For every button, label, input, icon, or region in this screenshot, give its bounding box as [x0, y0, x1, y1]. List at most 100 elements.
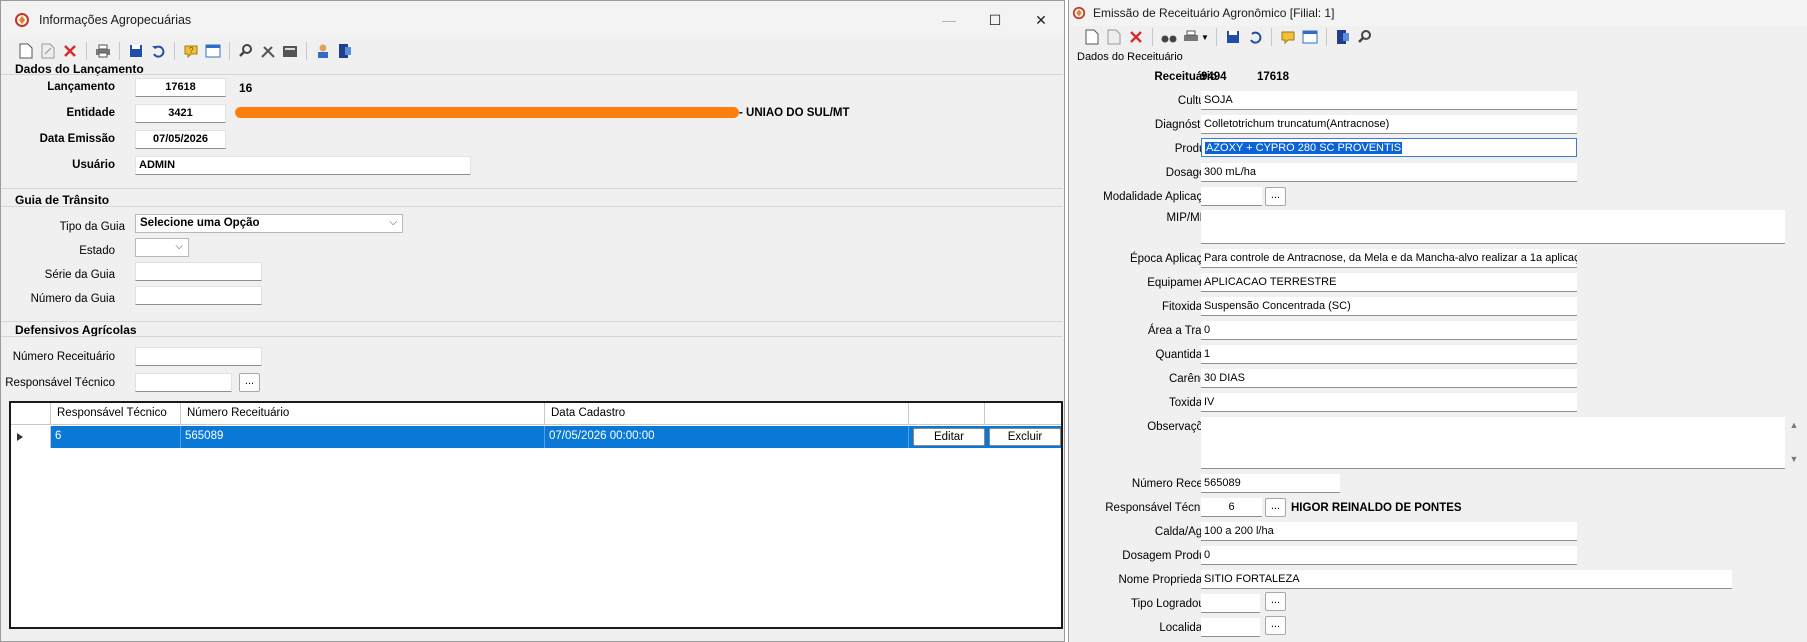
browse-modalidade-button[interactable]: ...	[1265, 187, 1286, 206]
scroll-down-icon[interactable]: ▼	[1787, 454, 1801, 464]
new-document-icon[interactable]	[17, 42, 35, 60]
localidade-field[interactable]	[1201, 618, 1260, 637]
chevron-down-icon[interactable]: ▼	[1201, 33, 1209, 42]
chevron-down-icon: ⌵	[175, 241, 183, 252]
toxidade-field[interactable]: IV	[1201, 393, 1577, 412]
search-icon[interactable]	[1356, 28, 1374, 46]
grid-header-indicator	[11, 403, 51, 425]
dosagem-produto-field[interactable]: 0	[1201, 546, 1577, 565]
minimize-button[interactable]: —	[926, 1, 972, 39]
diagnostico-field[interactable]: Colletotrichum truncatum(Antracnose)	[1201, 115, 1577, 134]
grid-header-data[interactable]: Data Cadastro	[545, 403, 909, 425]
maximize-button[interactable]: ☐	[972, 1, 1018, 39]
delete-icon[interactable]	[1127, 28, 1145, 46]
user-icon[interactable]	[314, 42, 332, 60]
browse-localidade-button[interactable]: ...	[1265, 616, 1286, 635]
table-row[interactable]: 6 565089 07/05/2026 00:00:00 Editar Excl…	[11, 426, 1061, 448]
receituario-label: Receituário	[1154, 71, 1217, 83]
modalidade-field[interactable]	[1201, 187, 1262, 206]
save-icon[interactable]	[127, 42, 145, 60]
search-icon[interactable]	[237, 42, 255, 60]
help-icon[interactable]: ?	[182, 42, 200, 60]
window-icon[interactable]	[1301, 28, 1319, 46]
cultura-field[interactable]: SOJA	[1201, 91, 1577, 110]
exit-icon[interactable]	[336, 42, 354, 60]
area-tratar-field[interactable]: 0	[1201, 321, 1577, 340]
serie-guia-field[interactable]	[135, 262, 262, 281]
row-indicator[interactable]	[11, 426, 51, 448]
epoca-aplicacao-field[interactable]: Para controle de Antracnose, da Mela e d…	[1201, 249, 1577, 268]
nome-propriedade-field[interactable]: SITIO FORTALEZA	[1201, 570, 1732, 589]
edit-document-icon[interactable]	[1105, 28, 1123, 46]
data-emissao-field[interactable]: 07/05/2026	[135, 130, 226, 149]
carencia-field[interactable]: 30 DIAS	[1201, 369, 1577, 388]
numero-receituario-field[interactable]	[135, 347, 262, 366]
quantidade-field[interactable]: 1	[1201, 345, 1577, 364]
tipo-guia-select[interactable]: Selecione uma Opção ⌵	[135, 214, 403, 233]
numero-guia-field[interactable]	[135, 286, 262, 305]
binoculars-icon[interactable]	[1160, 28, 1178, 46]
app-logo-icon	[1072, 6, 1086, 20]
estado-select[interactable]: ⌵	[135, 238, 189, 257]
grid-header-responsavel[interactable]: Responsável Técnico	[51, 403, 181, 425]
close-button[interactable]: ✕	[1018, 1, 1064, 39]
print-icon[interactable]	[94, 42, 112, 60]
print-icon[interactable]	[1182, 28, 1200, 46]
redacted-entidade-name	[235, 107, 739, 118]
entidade-field[interactable]: 3421	[135, 104, 226, 123]
dosagem-field[interactable]: 300 mL/ha	[1201, 163, 1577, 182]
undo-icon[interactable]	[149, 42, 167, 60]
fitoxidade-field[interactable]: Suspensão Concentrada (SC)	[1201, 297, 1577, 316]
calda-agua-field[interactable]: 100 a 200 l/ha	[1201, 522, 1577, 541]
observacoes-field[interactable]	[1201, 417, 1785, 469]
numero-receita-field[interactable]: 565089	[1201, 474, 1340, 493]
divider	[1, 321, 1063, 322]
undo-icon[interactable]	[1246, 28, 1264, 46]
window-icon[interactable]	[204, 42, 222, 60]
save-icon[interactable]	[1224, 28, 1242, 46]
edit-row-button[interactable]: Editar	[913, 428, 985, 446]
scroll-up-icon[interactable]: ▲	[1787, 420, 1801, 430]
exit-icon[interactable]	[1334, 28, 1352, 46]
lancamento-field[interactable]: 17618	[135, 78, 226, 97]
window-title: Emissão de Receituário Agronômico [Filia…	[1093, 6, 1335, 20]
calda-agua-label: Calda/Agua	[1154, 526, 1215, 538]
responsavel-tecnico-field[interactable]	[135, 373, 232, 392]
responsavel-tecnico-label: Responsável Técnico	[1105, 502, 1215, 514]
browse-responsavel-button[interactable]: ...	[239, 373, 260, 392]
divider	[1, 188, 1063, 189]
tools-icon[interactable]	[259, 42, 277, 60]
delete-row-button[interactable]: Excluir	[989, 428, 1061, 446]
informacoes-agropecuarias-window: Informações Agropecuárias — ☐ ✕ ? Dados …	[0, 0, 1065, 642]
help-icon[interactable]	[1279, 28, 1297, 46]
toolbar-separator	[1270, 28, 1272, 46]
mip-mep-field[interactable]	[1201, 210, 1785, 244]
cell-numero: 565089	[181, 426, 545, 448]
produto-label: Produto	[1174, 143, 1215, 155]
cell-data: 07/05/2026 00:00:00	[545, 426, 909, 448]
responsavel-tecnico-field[interactable]: 6	[1201, 498, 1262, 517]
toolbar: ▼	[1069, 26, 1807, 48]
browse-responsavel-button[interactable]: ...	[1265, 498, 1286, 517]
calculator-icon[interactable]	[281, 42, 299, 60]
toolbar-separator	[306, 42, 307, 60]
equipamento-label: Equipamento	[1147, 277, 1215, 289]
area-tratar-label: Área a Tratar	[1147, 325, 1215, 337]
delete-icon[interactable]	[61, 42, 79, 60]
window-title: Informações Agropecuárias	[39, 13, 192, 27]
toolbar-separator	[1215, 28, 1217, 46]
serie-guia-label: Série da Guia	[44, 269, 115, 281]
edit-document-icon[interactable]	[39, 42, 57, 60]
produto-field[interactable]: AZOXY + CYPRO 280 SC PROVENTIS	[1201, 138, 1577, 157]
tipo-logradouro-field[interactable]	[1201, 594, 1260, 613]
numero-guia-label: Número da Guia	[30, 293, 115, 305]
responsavel-tecnico-label: Responsável Técnico	[5, 377, 115, 389]
emissao-receituario-window: Emissão de Receituário Agronômico [Filia…	[1068, 0, 1807, 642]
toolbar-separator	[119, 42, 120, 60]
usuario-field[interactable]: ADMIN	[135, 156, 471, 175]
estado-label: Estado	[79, 245, 115, 257]
equipamento-field[interactable]: APLICACAO TERRESTRE	[1201, 273, 1577, 292]
grid-header-numero[interactable]: Número Receituário	[181, 403, 545, 425]
browse-tipo-logradouro-button[interactable]: ...	[1265, 592, 1286, 611]
new-document-icon[interactable]	[1083, 28, 1101, 46]
